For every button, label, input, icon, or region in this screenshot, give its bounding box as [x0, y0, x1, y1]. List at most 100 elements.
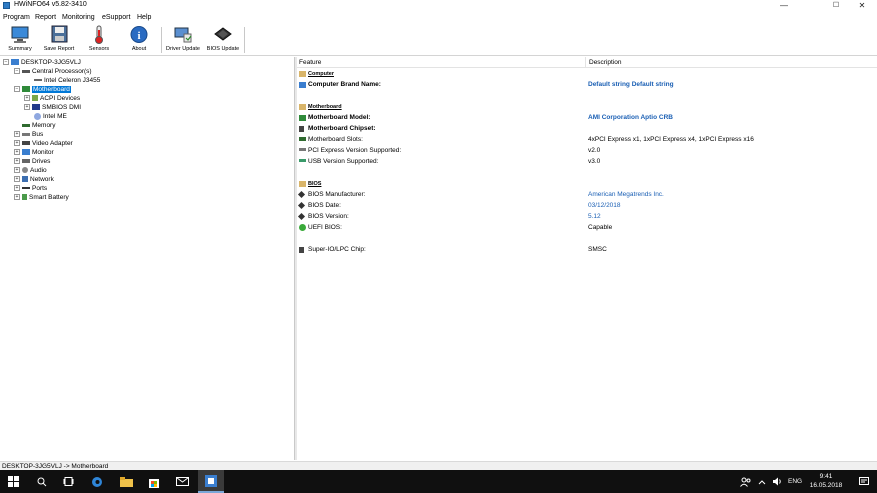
device-tree[interactable]: − DESKTOP-3JG5VLJ − Central Processor(s) I…: [0, 57, 295, 460]
intel-me-icon: [34, 112, 41, 120]
tree-item-cpu[interactable]: − Central Processor(s): [14, 67, 92, 76]
expand-icon[interactable]: +: [14, 194, 20, 201]
collapse-icon[interactable]: −: [3, 59, 9, 66]
row-pcie-version[interactable]: PCI Express Version Supported: v2.0: [297, 146, 877, 156]
sensors-button[interactable]: Sensors: [79, 25, 119, 55]
window-title: HWiNFO64 v5.82-3410: [14, 1, 87, 8]
tree-item-audio[interactable]: + Audio: [14, 166, 47, 175]
menu-bar: Program Report Monitoring eSupport Help: [0, 12, 877, 23]
monitor-icon: [10, 25, 30, 44]
row-bios-manufacturer[interactable]: BIOS Manufacturer: American Megatrends I…: [297, 190, 877, 200]
maximize-button[interactable]: ☐: [823, 0, 849, 11]
drive-icon: [22, 159, 30, 164]
section-bios[interactable]: BIOS: [297, 179, 877, 189]
row-uefi-bios[interactable]: UEFI BIOS: Capable: [297, 223, 877, 233]
bios-update-button[interactable]: BIOS Update: [203, 25, 243, 55]
row-mb-chipset[interactable]: Motherboard Chipset:: [297, 124, 877, 134]
row-mb-model[interactable]: Motherboard Model: AMI Corporation Aptio…: [297, 113, 877, 123]
windows-logo-icon: [7, 476, 19, 487]
summary-button[interactable]: Summary: [0, 25, 40, 55]
start-button[interactable]: [0, 470, 26, 493]
summary-label: Summary: [8, 46, 32, 52]
tree-item-bus[interactable]: + Bus: [14, 130, 43, 139]
task-view-button[interactable]: [55, 470, 81, 493]
expand-icon[interactable]: +: [24, 104, 30, 111]
row-superio-chip[interactable]: Super-IO/LPC Chip: SMSC: [297, 245, 877, 255]
expand-icon[interactable]: +: [14, 185, 20, 192]
driver-update-button[interactable]: Driver Update: [163, 25, 203, 55]
row-computer-brand[interactable]: Computer Brand Name: Default string Defa…: [297, 80, 877, 90]
menu-esupport[interactable]: eSupport: [102, 14, 130, 21]
menu-help[interactable]: Help: [137, 14, 151, 21]
tree-item-cpu-model[interactable]: Intel Celeron J3455: [34, 76, 100, 85]
about-button[interactable]: i About: [119, 25, 159, 55]
search-icon: [37, 477, 47, 486]
tree-item-intel-me[interactable]: Intel ME: [34, 112, 67, 121]
menu-monitoring[interactable]: Monitoring: [62, 14, 95, 21]
tree-item-memory[interactable]: Memory: [22, 121, 55, 130]
check-icon: [299, 224, 306, 231]
tree-item-root[interactable]: − DESKTOP-3JG5VLJ: [3, 58, 81, 67]
motherboard-icon: [22, 86, 30, 93]
about-label: About: [131, 46, 147, 52]
tree-item-motherboard[interactable]: − Motherboard: [14, 85, 71, 94]
expand-icon[interactable]: +: [14, 167, 20, 174]
clock-time: 9:41: [819, 473, 833, 480]
row-bios-version[interactable]: BIOS Version: 5.12: [297, 212, 877, 222]
menu-program[interactable]: Program: [3, 14, 30, 21]
store-icon: [149, 478, 159, 488]
row-bios-date[interactable]: BIOS Date: 03/12/2018: [297, 201, 877, 211]
tree-item-ports[interactable]: + Ports: [14, 184, 47, 193]
svg-text:i: i: [137, 30, 140, 42]
description-column-header[interactable]: Description: [586, 57, 877, 68]
taskbar-edge-button[interactable]: [84, 470, 110, 493]
row-usb-version[interactable]: USB Version Supported: v3.0: [297, 157, 877, 167]
save-report-button[interactable]: Save Report: [39, 25, 79, 55]
cpu-icon: [22, 69, 30, 73]
tree-item-video-adapter[interactable]: + Video Adapter: [14, 139, 73, 148]
clock-date: 16.05.2018: [809, 482, 843, 489]
language-indicator[interactable]: ENG: [788, 470, 802, 493]
taskbar-explorer-button[interactable]: [113, 470, 139, 493]
tree-item-acpi[interactable]: + ACPI Devices: [24, 94, 80, 103]
toolbar-separator: [244, 27, 245, 53]
taskbar-store-button[interactable]: [141, 470, 167, 493]
details-pane: Feature Description Computer Computer Br…: [297, 57, 877, 460]
taskbar-hwinfo-button[interactable]: [198, 470, 224, 493]
menu-report[interactable]: Report: [35, 14, 56, 21]
feature-column-header[interactable]: Feature: [297, 57, 585, 68]
row-mb-slots[interactable]: Motherboard Slots: 4xPCI Express x1, 1xP…: [297, 135, 877, 145]
collapse-icon[interactable]: −: [14, 86, 20, 93]
taskbar-clock[interactable]: 9:41 16.05.2018: [804, 472, 848, 490]
collapse-icon[interactable]: −: [14, 68, 20, 75]
chevron-up-icon[interactable]: [758, 470, 766, 493]
notification-icon[interactable]: [859, 470, 869, 493]
expand-icon[interactable]: +: [14, 140, 20, 147]
expand-icon[interactable]: +: [14, 131, 20, 138]
expand-icon[interactable]: +: [14, 158, 20, 165]
section-motherboard[interactable]: Motherboard: [297, 102, 877, 112]
close-button[interactable]: ✕: [849, 0, 875, 11]
chipset-icon: [299, 126, 304, 132]
section-computer[interactable]: Computer: [297, 69, 877, 79]
people-icon[interactable]: [740, 470, 752, 493]
expand-icon[interactable]: +: [14, 176, 20, 183]
search-button[interactable]: [29, 470, 55, 493]
tree-item-smbios[interactable]: + SMBIOS DMI: [24, 103, 81, 112]
slot-icon: [299, 137, 306, 141]
expand-icon[interactable]: +: [24, 95, 30, 102]
taskbar-mail-button[interactable]: [169, 470, 195, 493]
tree-item-smart-battery[interactable]: + Smart Battery: [14, 193, 69, 202]
tree-item-network[interactable]: + Network: [14, 175, 54, 184]
folder-icon: [299, 71, 306, 77]
volume-icon[interactable]: [772, 470, 782, 493]
tree-item-drives[interactable]: + Drives: [14, 157, 50, 166]
hwinfo-app-icon: [3, 2, 10, 9]
expand-icon[interactable]: +: [14, 149, 20, 156]
minimize-button[interactable]: —: [771, 0, 797, 11]
taskbar: ENG 9:41 16.05.2018: [0, 470, 877, 493]
toolbar-separator: [161, 27, 162, 53]
tree-item-monitor[interactable]: + Monitor: [14, 148, 54, 157]
floppy-disk-icon: [49, 25, 69, 44]
bus-icon: [22, 132, 30, 136]
